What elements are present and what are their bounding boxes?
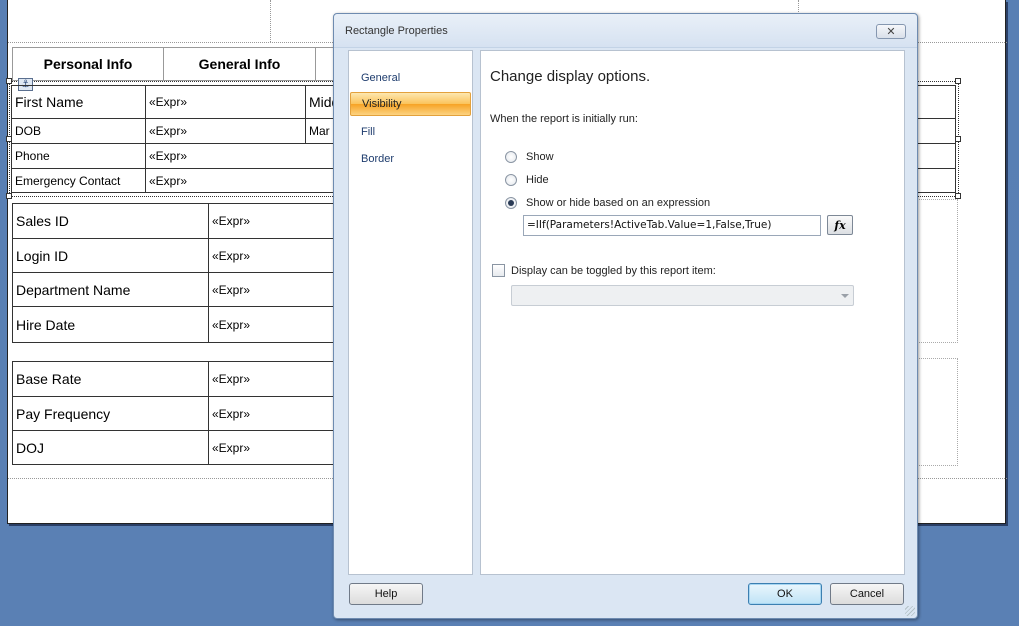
dialog-title: Rectangle Properties xyxy=(345,25,448,37)
tab-personal-info[interactable]: Personal Info xyxy=(12,47,164,81)
field-value[interactable]: «Expr» xyxy=(208,361,342,397)
field-value[interactable]: «Expr» xyxy=(208,238,342,273)
close-button[interactable]: ✕ xyxy=(876,24,906,39)
field-value[interactable]: «Expr» xyxy=(145,118,306,144)
header-divider xyxy=(270,0,271,42)
nav-item-fill[interactable]: Fill xyxy=(350,120,471,144)
rectangle-properties-dialog: Rectangle Properties ✕ General Visibilit… xyxy=(333,13,918,619)
resize-handle[interactable] xyxy=(6,78,12,84)
radio-expression-label: Show or hide based on an expression xyxy=(526,197,711,209)
field-label: DOJ xyxy=(12,430,209,465)
field-value[interactable]: «Expr» xyxy=(208,203,342,239)
field-label: DOB xyxy=(11,118,146,144)
radio-hide[interactable]: Hide xyxy=(505,173,549,187)
initially-run-label: When the report is initially run: xyxy=(490,113,638,125)
tab-general-info[interactable]: General Info xyxy=(163,47,316,81)
cancel-button[interactable]: Cancel xyxy=(830,583,904,605)
visibility-panel: Change display options. When the report … xyxy=(480,50,905,575)
field-value[interactable]: «Expr» xyxy=(208,430,342,465)
table-row: DOJ «Expr» xyxy=(12,430,342,465)
fx-icon: fx xyxy=(834,218,846,232)
table-row: Base Rate «Expr» xyxy=(12,361,342,397)
tab-general-info-label: General Info xyxy=(198,56,281,72)
table-row: Login ID «Expr» xyxy=(12,238,342,273)
chevron-down-icon xyxy=(841,294,849,298)
radio-hide-label: Hide xyxy=(526,174,549,186)
nav-item-border[interactable]: Border xyxy=(350,147,471,171)
field-value[interactable]: «Expr» xyxy=(145,85,306,119)
nav-item-visibility[interactable]: Visibility xyxy=(350,92,471,116)
radio-expression[interactable]: Show or hide based on an expression xyxy=(505,196,710,210)
table-row: Hire Date «Expr» xyxy=(12,306,342,343)
radio-show[interactable]: Show xyxy=(505,150,554,164)
field-value[interactable]: «Expr» xyxy=(208,396,342,431)
nav-item-general[interactable]: General xyxy=(350,66,471,90)
radio-hide-control[interactable] xyxy=(505,174,517,186)
tab-personal-info-label: Personal Info xyxy=(43,56,133,72)
radio-expression-control[interactable] xyxy=(505,197,517,209)
field-label: Hire Date xyxy=(12,306,209,343)
pay-info-table: Base Rate «Expr» Pay Frequency «Expr» DOJ «… xyxy=(12,361,342,465)
field-label: Department Name xyxy=(12,272,209,307)
radio-show-label: Show xyxy=(526,151,554,163)
resize-handle[interactable] xyxy=(6,193,12,199)
toggle-label: Display can be toggled by this report it… xyxy=(511,264,716,277)
ok-button[interactable]: OK xyxy=(748,583,822,605)
expression-builder-button[interactable]: fx xyxy=(827,215,853,235)
resize-grip-icon[interactable] xyxy=(905,606,915,616)
field-value[interactable]: «Expr» xyxy=(208,272,342,307)
table-row: Department Name «Expr» xyxy=(12,272,342,307)
toggle-item-select[interactable] xyxy=(511,285,854,306)
field-label: Base Rate xyxy=(12,361,209,397)
radio-show-control[interactable] xyxy=(505,151,517,163)
resize-handle[interactable] xyxy=(955,193,961,199)
field-label: Pay Frequency xyxy=(12,396,209,431)
field-label: Emergency Contact xyxy=(11,168,146,193)
general-info-table: Sales ID «Expr» Login ID «Expr» Department… xyxy=(12,203,342,343)
field-label: First Name xyxy=(11,85,146,119)
toggle-checkbox-row[interactable]: Display can be toggled by this report it… xyxy=(492,264,716,277)
toggle-checkbox[interactable] xyxy=(492,264,505,277)
field-value[interactable]: «Expr» xyxy=(208,306,342,343)
nav-panel: General Visibility Fill Border xyxy=(348,50,473,575)
close-icon: ✕ xyxy=(886,25,896,38)
field-label: Phone xyxy=(11,143,146,169)
table-row: Sales ID «Expr» xyxy=(12,203,342,239)
expression-input[interactable]: =IIf(Parameters!ActiveTab.Value=1,False,… xyxy=(523,215,821,236)
help-button[interactable]: Help xyxy=(349,583,423,605)
field-label: Login ID xyxy=(12,238,209,273)
resize-handle[interactable] xyxy=(955,78,961,84)
table-row: Pay Frequency «Expr» xyxy=(12,396,342,431)
dialog-titlebar[interactable]: Rectangle Properties ✕ xyxy=(334,14,917,48)
field-label: Sales ID xyxy=(12,203,209,239)
panel-heading: Change display options. xyxy=(490,68,651,85)
